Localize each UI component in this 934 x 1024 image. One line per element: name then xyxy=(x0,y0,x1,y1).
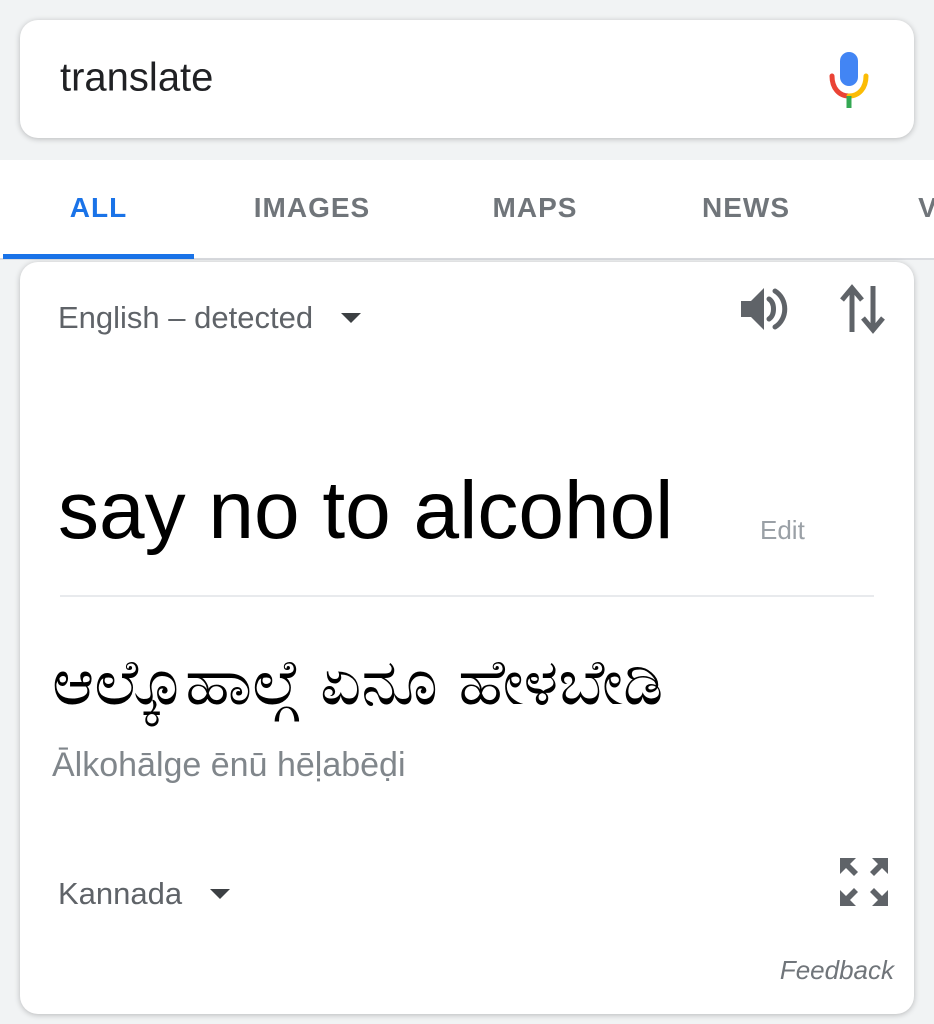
transliteration-text: Ālkohālge ēnū hēḷabēḍi xyxy=(52,746,406,784)
mic-icon[interactable] xyxy=(826,50,872,110)
tab-news[interactable]: NEWS xyxy=(672,160,820,256)
speaker-icon[interactable] xyxy=(738,282,792,336)
source-language-selector[interactable]: English – detected xyxy=(58,300,362,336)
dropdown-arrow-icon xyxy=(341,313,362,323)
swap-languages-icon[interactable] xyxy=(838,282,888,336)
tab-maps[interactable]: MAPS xyxy=(460,160,610,256)
target-language-selector[interactable]: Kannada xyxy=(58,876,231,912)
source-language-label: English – detected xyxy=(58,300,314,335)
active-tab-indicator xyxy=(3,254,194,259)
tab-all[interactable]: ALL xyxy=(3,160,194,256)
search-bar[interactable]: translate xyxy=(20,20,914,138)
expand-icon[interactable] xyxy=(838,856,890,908)
target-language-label: Kannada xyxy=(58,876,183,911)
translate-card: English – detected say no to alcohol Edi… xyxy=(20,262,914,1014)
edit-link[interactable]: Edit xyxy=(760,515,805,546)
dropdown-arrow-icon xyxy=(210,889,231,899)
feedback-link[interactable]: Feedback xyxy=(780,955,894,986)
divider xyxy=(60,595,874,597)
search-tabs: ALL IMAGES MAPS NEWS V xyxy=(0,160,934,260)
search-input[interactable]: translate xyxy=(60,56,800,101)
source-text[interactable]: say no to alcohol xyxy=(58,464,673,558)
translated-text: ಆಲ್ಕೊಹಾಲ್ಗೆ ಏನೂ ಹೇಳಬೇಡಿ xyxy=(52,646,664,720)
tab-images[interactable]: IMAGES xyxy=(222,160,402,256)
tab-videos[interactable]: V xyxy=(898,160,934,256)
